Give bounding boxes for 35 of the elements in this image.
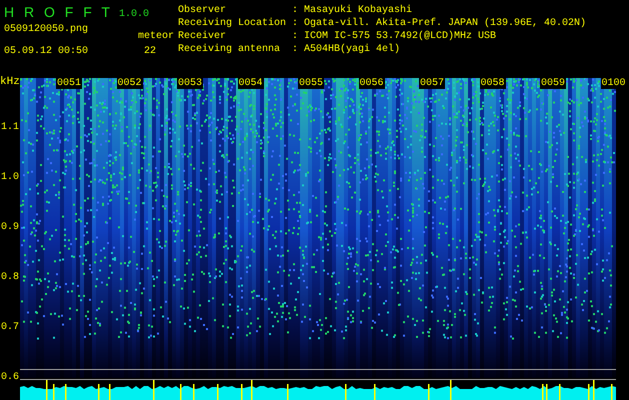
app-version: 1.0.0: [118, 8, 149, 21]
time-label: 0100: [600, 78, 627, 89]
frequency-label: 0.9: [1, 222, 20, 233]
info-value: ICOM IC-575 53.7492(@LCD)MHz USB: [304, 30, 496, 43]
time-label: 0059: [540, 78, 566, 89]
frequency-label: 0.8: [1, 272, 20, 283]
time-label: 0051: [56, 78, 82, 89]
info-label: Observer: [178, 4, 228, 17]
time-label: 0056: [358, 78, 385, 89]
frequency-label: 1.1: [1, 122, 20, 133]
frequency-label: 1.0: [1, 172, 20, 183]
time-label: 0054: [238, 78, 264, 89]
axis-unit: kHz: [0, 76, 20, 89]
info-separator: :: [292, 17, 300, 30]
file-name: 0509120050.png: [4, 23, 88, 36]
time-label: 0053: [177, 78, 204, 89]
time-label: 0058: [480, 78, 506, 89]
info-label: Receiving antenna: [178, 43, 282, 56]
info-separator: :: [292, 4, 300, 17]
time-label: 0052: [116, 78, 143, 89]
info-value: A504HB(yagi 4el): [304, 43, 400, 56]
meteor-label: meteor: [138, 30, 174, 43]
frequency-label: 0.6: [1, 372, 20, 383]
info-label: Receiving Location: [178, 17, 288, 30]
time-label: 0057: [419, 78, 446, 89]
info-value: Masayuki Kobayashi: [304, 4, 412, 17]
meteor-count: 22: [144, 45, 156, 58]
info-label: Receiver: [178, 30, 228, 43]
date-time: 05.09.12 00:50: [4, 45, 88, 58]
info-separator: :: [292, 43, 300, 56]
info-separator: :: [292, 30, 300, 43]
app-title: H R O F F T: [4, 3, 113, 21]
time-label: 0055: [298, 78, 324, 89]
info-value: Ogata-vill. Akita-Pref. JAPAN (139.96E, 40.02N): [304, 17, 586, 30]
frequency-label: 0.7: [1, 322, 20, 333]
